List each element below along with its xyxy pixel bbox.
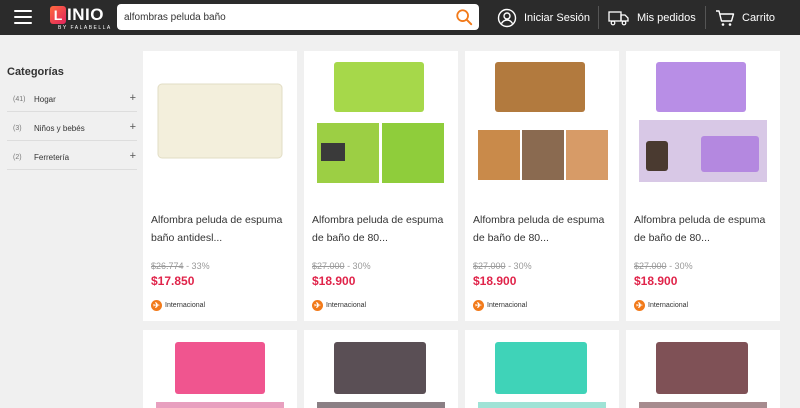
expand-icon[interactable]: + [130,121,136,133]
orders-label: Mis pedidos [637,11,696,24]
old-price: $26.774 - 33% [151,261,210,271]
product-title: Alfombra peluda de espuma de baño de 80.… [312,214,444,244]
product-card[interactable] [465,330,619,408]
product-title: Alfombra peluda de espuma de baño de 80.… [634,214,766,244]
category-item-ferreteria[interactable]: (2) Ferretería + [7,148,137,170]
product-card[interactable]: Alfombra peluda de espuma de baño de 80.… [465,51,619,321]
product-title: Alfombra peluda de espuma baño antidesl.… [151,214,283,244]
product-image [317,342,445,408]
product-price: $18.900 [312,274,356,288]
search-input[interactable] [117,4,447,30]
menu-icon[interactable] [14,10,32,24]
international-badge: ✈ Internacional [473,300,527,311]
international-badge: ✈ Internacional [634,300,688,311]
old-price: $27.000 - 30% [312,261,371,271]
product-image [639,62,767,182]
category-count: (2) [13,154,22,161]
product-image [156,342,284,408]
product-price: $18.900 [473,274,517,288]
product-image [639,342,767,408]
product-price: $18.900 [634,274,678,288]
divider [705,6,706,29]
category-sidebar: Categorías (41) Hogar + (3) Niños y bebé… [0,35,143,408]
plane-icon: ✈ [634,300,645,311]
product-card[interactable] [626,330,780,408]
expand-icon[interactable]: + [130,150,136,162]
search-bar [117,4,479,30]
old-price: $27.000 - 30% [634,261,693,271]
international-badge: ✈ Internacional [151,300,205,311]
product-card[interactable]: Alfombra peluda de espuma de baño de 80.… [304,51,458,321]
plane-icon: ✈ [151,300,162,311]
divider [598,6,599,29]
login-label: Iniciar Sesión [524,11,591,24]
category-item-hogar[interactable]: (41) Hogar + [7,90,137,112]
product-card[interactable] [304,330,458,408]
product-card[interactable]: Alfombra peluda de espuma baño antidesl.… [143,51,297,321]
category-count: (41) [13,96,26,103]
orders-link[interactable]: Mis pedidos [608,0,696,35]
truck-icon [608,10,629,25]
search-icon[interactable] [455,8,473,26]
plane-icon: ✈ [473,300,484,311]
cart-link[interactable]: Carrito [715,0,775,35]
international-badge: ✈ Internacional [312,300,366,311]
product-card[interactable]: Alfombra peluda de espuma de baño de 80.… [626,51,780,321]
product-image [478,62,608,180]
product-image [478,342,606,408]
category-label: Ferretería [34,153,70,162]
categories-title: Categorías [7,66,64,78]
top-header: L INIO BY FALABELLA Iniciar Sesión Mis p… [0,0,800,35]
linio-logo[interactable]: L INIO BY FALABELLA [50,5,110,31]
plane-icon: ✈ [312,300,323,311]
cart-label: Carrito [742,11,776,24]
cart-icon [716,9,735,26]
category-count: (3) [13,125,22,132]
product-title: Alfombra peluda de espuma de baño de 80.… [473,214,605,244]
login-link[interactable]: Iniciar Sesión [497,0,590,35]
user-icon [497,8,517,27]
category-label: Hogar [34,95,56,104]
product-image [317,62,444,183]
product-card[interactable] [143,330,297,408]
category-label: Niños y bebés [34,124,85,133]
product-image [157,83,283,159]
category-item-ninos[interactable]: (3) Niños y bebés + [7,119,137,141]
old-price: $27.000 - 30% [473,261,532,271]
expand-icon[interactable]: + [130,92,136,104]
product-price: $17.850 [151,274,195,288]
